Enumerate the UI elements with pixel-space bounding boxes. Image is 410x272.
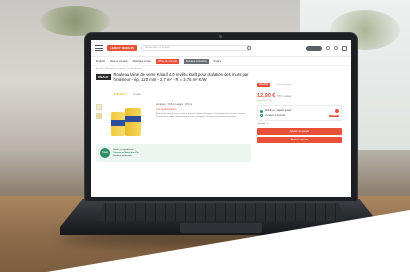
description-text: Rouleau de laine de verre revêtu kraft p… bbox=[156, 113, 246, 118]
buy-box: Nouveau Prix bas garanti 12,90 € TTC / r… bbox=[257, 72, 342, 162]
product-gallery: Longueur : 5,90 m Largeur : 0,60 m Voir … bbox=[96, 104, 251, 138]
laptop-screen: LEROY MERLIN Rechercher un produit Produ… bbox=[91, 40, 351, 197]
nav-item[interactable]: Matériaux et bois bbox=[133, 60, 151, 63]
laptop-lid: LEROY MERLIN Rechercher un produit Produ… bbox=[85, 33, 357, 201]
delivery-option-label: Livraison à domicile bbox=[265, 114, 286, 117]
product-heading: Rouleau laine de verre Knauf 4.0 revêtu … bbox=[114, 72, 252, 100]
seller-info: Vendu et expédié par Travaux et Matériau… bbox=[113, 149, 139, 158]
rating-stars: ★★★★☆ bbox=[113, 92, 127, 96]
nav-item[interactable]: Produits bbox=[96, 60, 105, 63]
search-icon[interactable] bbox=[246, 46, 251, 50]
price-unit: TTC / rouleau bbox=[276, 95, 292, 98]
radio-button[interactable] bbox=[260, 114, 263, 117]
thumbnail[interactable] bbox=[96, 113, 102, 119]
photo-scene: LEROY MERLIN Rechercher un produit Produ… bbox=[0, 0, 410, 272]
choose-delivery-button[interactable]: Choisir bbox=[328, 114, 339, 117]
product-image[interactable] bbox=[109, 104, 149, 138]
nav-item[interactable]: Idées et conseils bbox=[110, 60, 128, 63]
radio-button[interactable] bbox=[260, 109, 263, 113]
cart-icon[interactable] bbox=[342, 45, 347, 51]
header-actions bbox=[306, 45, 347, 51]
site-logo[interactable]: LEROY MERLIN bbox=[107, 45, 137, 51]
delivery-option-label: Retrait en magasin gratuit bbox=[265, 110, 292, 112]
add-to-cart-button[interactable]: Ajouter au panier bbox=[257, 128, 342, 135]
background-plant bbox=[40, 6, 110, 36]
site-header: LEROY MERLIN Rechercher un produit bbox=[91, 40, 351, 57]
product-title: Rouleau laine de verre Knauf 4.0 revêtu … bbox=[113, 72, 249, 82]
rating-count[interactable]: (8 avis) bbox=[133, 94, 141, 96]
laptop-keyboard bbox=[96, 203, 346, 221]
product-details: KNAUF Rouleau laine de verre Knauf 4.0 r… bbox=[96, 72, 251, 162]
seller-line: Vendeur partenaire bbox=[113, 154, 132, 157]
seller-card[interactable]: TRAV Vendu et expédié par Travaux et Mat… bbox=[96, 144, 251, 162]
camera-icon bbox=[219, 35, 222, 38]
quantity-stepper[interactable]: Quantité : 1 bbox=[257, 123, 342, 125]
price-per-m2: soit 4,78 € / m² bbox=[257, 100, 272, 102]
seller-logo: TRAV bbox=[100, 148, 110, 158]
description-link[interactable]: Voir la description bbox=[156, 108, 251, 111]
laptop-trackpad bbox=[180, 223, 262, 233]
insulation-roll-image bbox=[111, 112, 125, 136]
menu-icon[interactable] bbox=[95, 45, 103, 51]
nav-item-offers[interactable]: Offres du moment bbox=[155, 58, 179, 64]
price-value: 12,90 € bbox=[257, 93, 276, 99]
info-icon[interactable] bbox=[335, 109, 339, 113]
brand-logo[interactable]: KNAUF bbox=[96, 74, 111, 80]
delivery-option-store[interactable]: Retrait en magasin gratuit bbox=[260, 109, 339, 113]
product-description: Longueur : 5,90 m Largeur : 0,60 m Voir … bbox=[156, 104, 251, 138]
insulation-roll-image bbox=[125, 108, 141, 136]
promo-text: Prix bas garanti bbox=[276, 84, 292, 86]
price: 12,90 € TTC / rouleau bbox=[257, 93, 342, 99]
dimensions-text: Longueur : 5,90 m Largeur : 0,60 m bbox=[156, 104, 193, 106]
main-nav: Produits Idées et conseils Matériaux et … bbox=[91, 57, 351, 66]
add-to-list-button[interactable]: Ajouter à une liste bbox=[257, 137, 342, 143]
rating[interactable]: ★★★★☆ (8 avis) bbox=[114, 82, 252, 100]
delivery-options: Retrait en magasin gratuit Livraison à d… bbox=[257, 105, 342, 121]
favorites-icon[interactable] bbox=[334, 46, 338, 50]
thumbnail[interactable] bbox=[96, 104, 102, 110]
nav-item-services[interactable]: Services et location bbox=[183, 58, 209, 64]
account-icon[interactable] bbox=[326, 46, 330, 50]
new-badge: Nouveau bbox=[257, 83, 271, 87]
delivery-option-home[interactable]: Livraison à domicile Choisir bbox=[260, 114, 339, 117]
store-selector-button[interactable] bbox=[306, 45, 322, 51]
product-page: KNAUF Rouleau laine de verre Knauf 4.0 r… bbox=[91, 72, 351, 162]
search-input[interactable]: Rechercher un produit bbox=[140, 45, 251, 51]
nav-item[interactable]: Projets bbox=[214, 60, 221, 63]
thumbnail-list bbox=[96, 104, 102, 138]
seller-name[interactable]: Travaux et Matériaux Pro bbox=[113, 152, 139, 154]
product-title-row: KNAUF Rouleau laine de verre Knauf 4.0 r… bbox=[96, 72, 251, 100]
